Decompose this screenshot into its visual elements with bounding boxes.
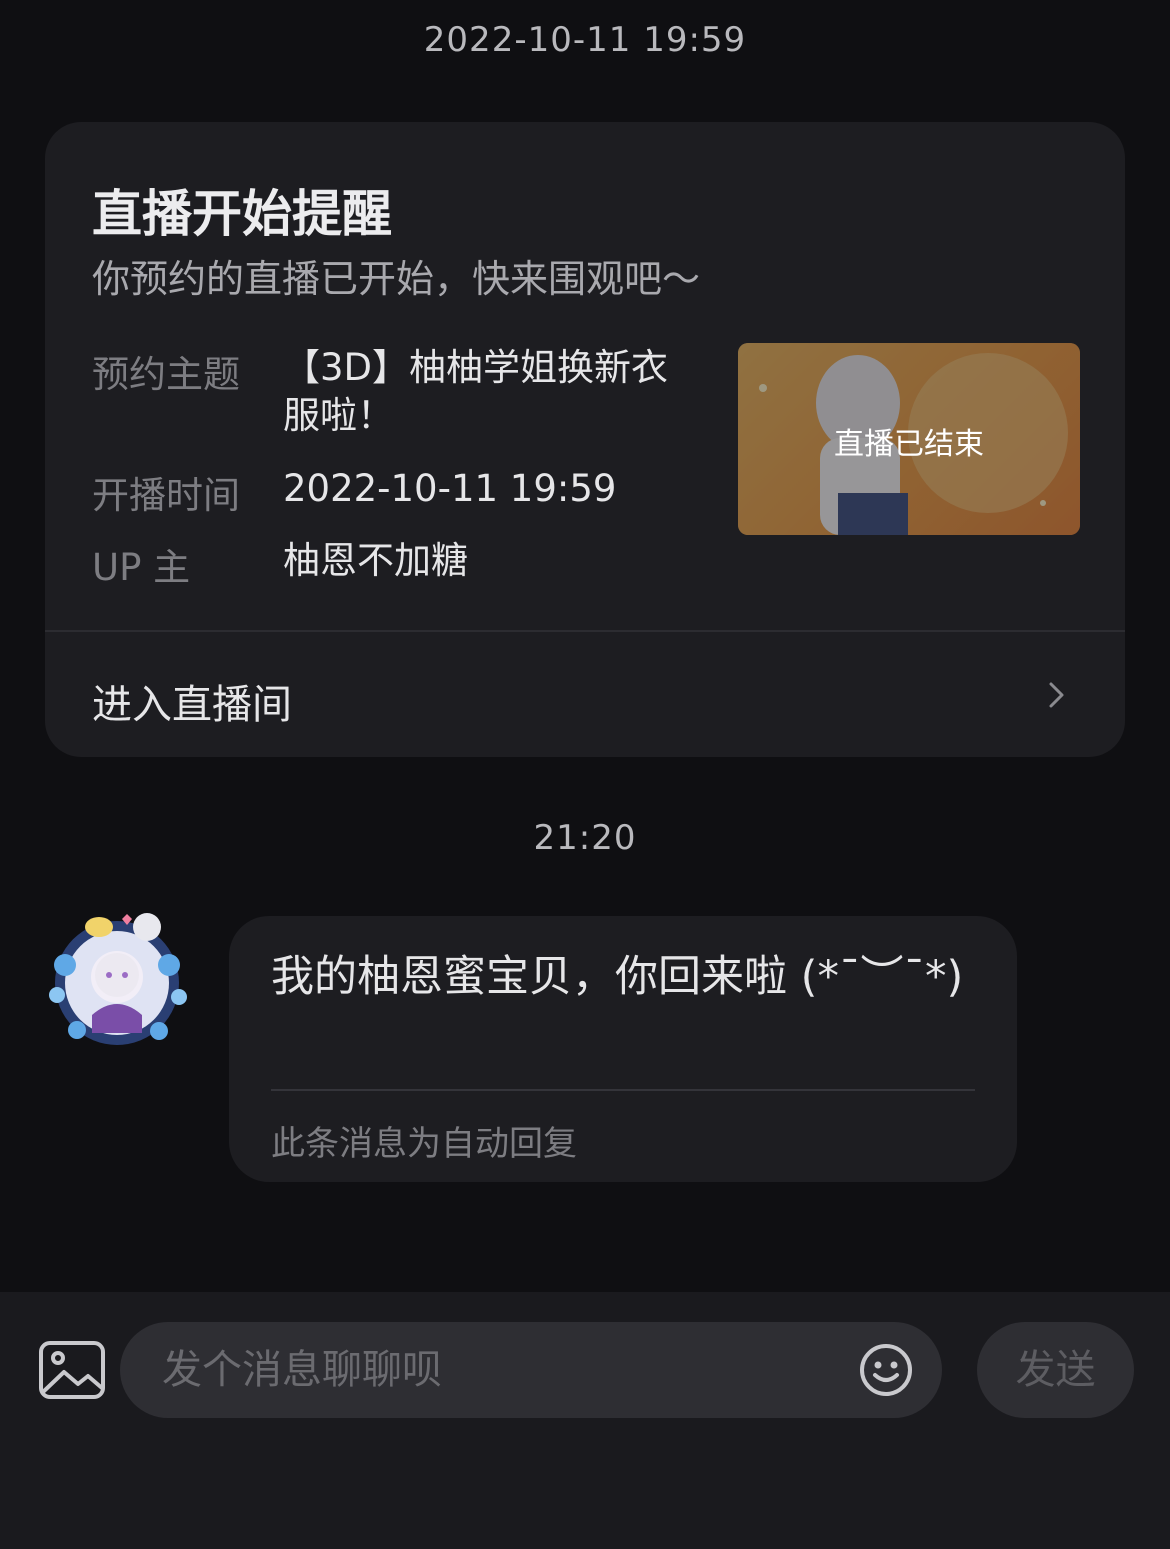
enter-live-room-button[interactable]: 进入直播间	[45, 632, 1125, 757]
card-subtitle: 你预约的直播已开始，快来围观吧～	[92, 257, 701, 301]
message-timestamp: 2022-10-11 19:59	[423, 20, 747, 60]
uploader-value: 柚恩不加糖	[283, 539, 468, 582]
topic-label: 预约主题	[92, 353, 240, 396]
topic-value: 【3D】柚柚学姐换新衣服啦！	[283, 346, 669, 437]
live-thumbnail[interactable]: 直播已结束	[738, 343, 1080, 535]
emoji-icon[interactable]	[858, 1342, 914, 1398]
bubble-divider	[271, 1089, 975, 1091]
message-composer: 发送	[0, 1292, 1170, 1549]
message-timestamp: 21:20	[533, 818, 637, 858]
message-input[interactable]	[162, 1340, 842, 1400]
message-text: 我的柚恩蜜宝贝，你回来啦 (*¯︶¯*)	[271, 952, 964, 1002]
enter-live-room-label: 进入直播间	[92, 682, 292, 728]
message-input-container	[120, 1322, 942, 1418]
uploader-label: UP 主	[92, 546, 191, 589]
live-ended-status: 直播已结束	[834, 427, 984, 462]
auto-reply-note: 此条消息为自动回复	[271, 1124, 577, 1164]
sender-avatar[interactable]	[37, 905, 197, 1055]
message-bubble[interactable]: 我的柚恩蜜宝贝，你回来啦 (*¯︶¯*) 此条消息为自动回复	[229, 916, 1017, 1182]
image-icon[interactable]	[38, 1340, 106, 1400]
start-time-value: 2022-10-11 19:59	[283, 467, 617, 510]
send-button[interactable]: 发送	[977, 1322, 1134, 1418]
live-reminder-card: 直播开始提醒 你预约的直播已开始，快来围观吧～ 预约主题 【3D】柚柚学姐换新衣…	[45, 122, 1125, 757]
start-time-label: 开播时间	[92, 474, 240, 517]
chevron-right-icon	[1049, 682, 1064, 708]
card-title: 直播开始提醒	[92, 185, 392, 243]
